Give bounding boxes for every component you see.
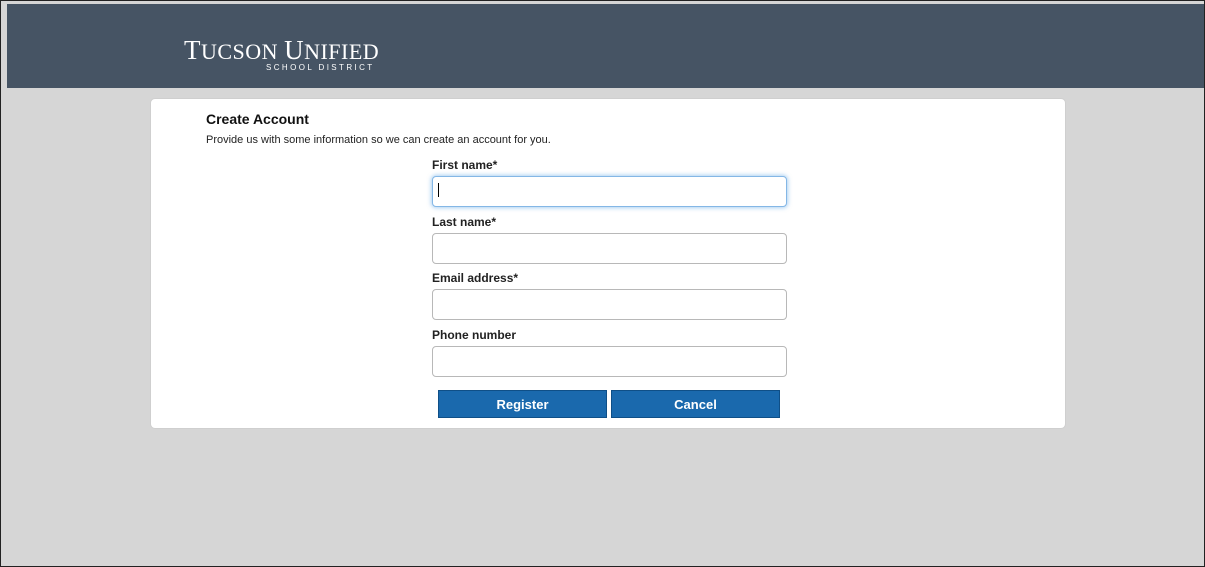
cancel-button[interactable]: Cancel <box>611 390 780 418</box>
phone-input[interactable] <box>432 346 787 377</box>
last-name-label: Last name* <box>432 215 497 229</box>
create-account-card: Create Account Provide us with some info… <box>150 98 1066 429</box>
last-name-input[interactable] <box>432 233 787 264</box>
logo-wordmark: TUCSON UNIFIED <box>184 35 380 65</box>
first-name-label: First name* <box>432 158 498 172</box>
email-label: Email address* <box>432 271 519 285</box>
logo-subtitle: SCHOOL DISTRICT <box>266 63 375 72</box>
district-logo[interactable]: TUCSON UNIFIED SCHOOL DISTRICT <box>184 35 380 72</box>
phone-label: Phone number <box>432 328 517 342</box>
first-name-input[interactable] <box>432 176 787 207</box>
email-input[interactable] <box>432 289 787 320</box>
page-title: Create Account <box>206 111 309 127</box>
page-frame: TUCSON UNIFIED SCHOOL DISTRICT Create Ac… <box>0 0 1205 567</box>
register-button[interactable]: Register <box>438 390 607 418</box>
page-description: Provide us with some information so we c… <box>206 134 551 146</box>
site-header: TUCSON UNIFIED SCHOOL DISTRICT <box>7 4 1204 88</box>
text-caret <box>438 183 439 197</box>
